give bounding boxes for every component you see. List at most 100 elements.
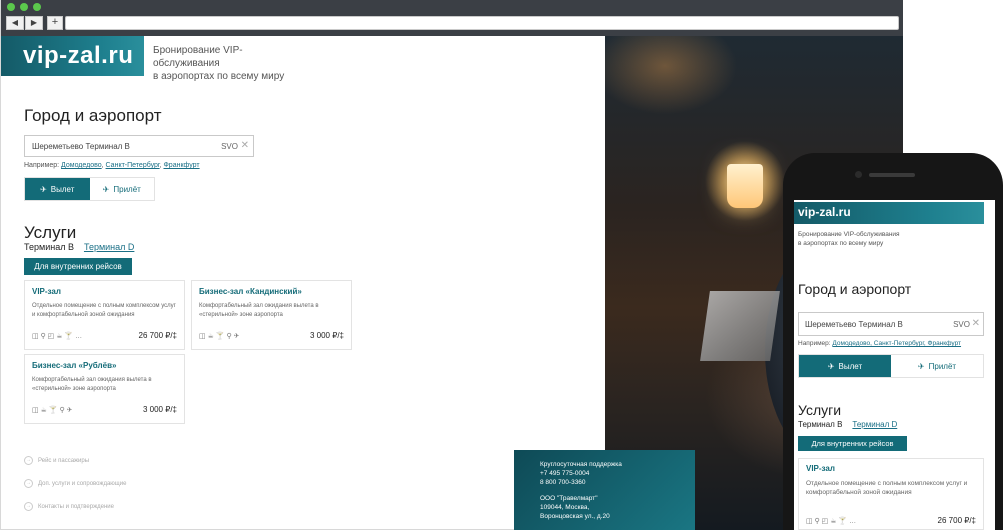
mobile-city-heading: Город и аэропорт — [798, 281, 912, 297]
back-button[interactable]: ◀ — [6, 16, 24, 30]
airport-code: SVO — [953, 320, 970, 329]
step-label: Доп. услуги и сопровождающие — [38, 480, 127, 487]
tab-departure-label: Вылет — [838, 361, 863, 371]
terminal-current: Терминал B — [24, 242, 74, 252]
card-price: 26 700 ₽/‡ — [937, 516, 976, 525]
card-title[interactable]: VIP-зал — [806, 464, 976, 473]
step-contacts[interactable]: → Контакты и подтверждение — [24, 502, 114, 511]
step-extra-services[interactable]: → Доп. услуги и сопровождающие — [24, 479, 126, 488]
tab-departure[interactable]: ✈ Вылет — [25, 178, 90, 200]
examples-links[interactable]: Домодедово, Санкт-Петербург, Франкфурт — [832, 340, 961, 347]
airport-search-input[interactable]: Шереметьево Терминал B SVO ✕ — [24, 135, 254, 157]
card-footer: ◫ ☕ 🍸 ⚲ ✈ 3 000 ₽/‡ — [199, 331, 344, 340]
mobile-services-heading: Услуги — [798, 402, 842, 418]
clear-icon[interactable]: ✕ — [972, 318, 980, 329]
example-link-domodedovo[interactable]: Домодедово — [61, 162, 102, 169]
card-footer: ◫ ⚲ ◰ ☕ 🍸 … 26 700 ₽/‡ — [32, 331, 177, 340]
card-description: Отдельное помещение с полным комплексом … — [32, 303, 176, 318]
laptop-shape — [700, 291, 780, 361]
site-logo[interactable]: vip-zal.ru — [1, 36, 144, 76]
tagline-line: Бронирование VIP-обслуживания — [798, 231, 900, 238]
card-price: 3 000 ₽/‡ — [309, 331, 344, 340]
search-value: Шереметьево Терминал B — [805, 320, 903, 329]
address-bar[interactable] — [65, 16, 899, 30]
site-tagline: Бронирование VIP-обслуживания в аэропорт… — [153, 44, 303, 83]
tab-arrival[interactable]: ✈ Прилёт — [891, 355, 983, 377]
window-dot[interactable] — [20, 3, 28, 11]
browser-window: ◀ ▶ + vip-zal.ru Бронирование VIP-обслуж… — [0, 0, 903, 530]
speaker-icon — [869, 173, 915, 177]
step-flight-passengers[interactable]: → Рейс и пассажиры — [24, 456, 89, 465]
card-description: Отдельное помещение с полным комплексом … — [806, 480, 968, 496]
phone-mockup: vip-zal.ru Бронирование VIP-обслуживания… — [783, 153, 1003, 530]
city-airport-heading: Город и аэропорт — [24, 106, 162, 125]
lamp-shape — [727, 164, 763, 208]
amenity-icons: ◫ ☕ 🍸 ⚲ ✈ — [199, 332, 240, 340]
mobile-service-card-vip[interactable]: VIP-зал Отдельное помещение с полным ком… — [798, 458, 984, 530]
search-examples: Например: Домодедово, Санкт-Петербург, Ф… — [24, 162, 200, 169]
mobile-logo[interactable]: vip-zal.ru — [794, 202, 984, 224]
terminal-d-link[interactable]: Терминал D — [84, 242, 134, 252]
card-description: Комфортабельный зал ожидания вылета в «с… — [199, 303, 319, 318]
mobile-terminal-switch: Терминал B Терминал D — [798, 420, 897, 429]
card-title[interactable]: Бизнес-зал «Кандинский» — [199, 287, 344, 296]
card-title[interactable]: Бизнес-зал «Рублёв» — [32, 361, 177, 370]
card-title[interactable]: VIP-зал — [32, 287, 177, 296]
terminal-d-link[interactable]: Терминал D — [852, 420, 897, 429]
terminal-current: Терминал B — [798, 420, 843, 429]
company-address: 109044, Москва, — [540, 504, 590, 511]
airport-code: SVO — [221, 142, 238, 151]
company-address: Воронцовская ул., д.20 — [540, 513, 610, 520]
arrow-right-icon: → — [24, 456, 33, 465]
amenity-icons: ◫ ⚲ ◰ ☕ 🍸 … — [806, 517, 857, 525]
arrival-icon: ✈ — [102, 184, 110, 194]
terminal-switch: Терминал B Терминал D — [24, 242, 134, 252]
arrow-right-icon: → — [24, 479, 33, 488]
company-name: ООО "Травелмарт" — [540, 495, 598, 502]
amenity-icons: ◫ ☕ 🍸 ⚲ ✈ — [32, 406, 73, 414]
departure-icon: ✈ — [40, 184, 47, 194]
clear-icon[interactable]: ✕ — [241, 140, 249, 151]
services-heading: Услуги — [24, 223, 77, 242]
card-price: 26 700 ₽/‡ — [138, 331, 177, 340]
mobile-examples: Например: Домодедово, Санкт-Петербург, Ф… — [798, 340, 961, 347]
mobile-search-input[interactable]: Шереметьево Терминал B SVO ✕ — [798, 312, 984, 336]
mobile-direction-tabs: ✈ Вылет ✈ Прилёт — [798, 354, 984, 378]
arrow-right-icon: → — [24, 502, 33, 511]
example-link-spb[interactable]: Санкт-Петербург — [106, 162, 160, 169]
window-controls — [7, 3, 41, 11]
departure-icon: ✈ — [827, 361, 835, 371]
tab-departure[interactable]: ✈ Вылет — [799, 355, 891, 377]
search-value: Шереметьево Терминал B — [32, 142, 130, 151]
camera-icon — [855, 171, 862, 178]
support-phone[interactable]: 8 800 700-3360 — [540, 478, 695, 487]
mobile-tagline: Бронирование VIP-обслуживания в аэропорт… — [798, 230, 900, 248]
examples-prefix: Например: — [798, 340, 831, 347]
example-link-frankfurt[interactable]: Франкфурт — [163, 162, 199, 169]
card-footer: ◫ ☕ 🍸 ⚲ ✈ 3 000 ₽/‡ — [32, 405, 177, 414]
tagline-line: Бронирование VIP-обслуживания — [153, 45, 243, 69]
tagline-line: в аэропортах по всему миру — [798, 240, 884, 247]
tagline-line: в аэропортах по всему миру — [153, 71, 285, 82]
tab-arrival[interactable]: ✈ Прилёт — [89, 178, 154, 200]
support-phone[interactable]: +7 495 775-0004 — [540, 469, 695, 478]
card-footer: ◫ ⚲ ◰ ☕ 🍸 … 26 700 ₽/‡ — [806, 516, 976, 525]
support-title: Круглосуточная поддержка — [540, 461, 622, 468]
step-label: Контакты и подтверждение — [38, 503, 114, 510]
arrival-icon: ✈ — [917, 361, 925, 371]
amenity-icons: ◫ ⚲ ◰ ☕ 🍸 … — [32, 332, 83, 340]
examples-prefix: Например: — [24, 162, 60, 169]
domestic-flights-button[interactable]: Для внутренних рейсов — [24, 258, 132, 275]
step-label: Рейс и пассажиры — [38, 457, 90, 464]
service-card-rublev[interactable]: Бизнес-зал «Рублёв» Комфортабельный зал … — [24, 354, 185, 424]
window-dot[interactable] — [7, 3, 15, 11]
forward-button[interactable]: ▶ — [25, 16, 43, 30]
tab-arrival-label: Прилёт — [928, 361, 957, 371]
mobile-domestic-button[interactable]: Для внутренних рейсов — [798, 436, 907, 451]
service-card-vip[interactable]: VIP-зал Отдельное помещение с полным ком… — [24, 280, 185, 350]
service-card-kandinsky[interactable]: Бизнес-зал «Кандинский» Комфортабельный … — [191, 280, 352, 350]
window-dot[interactable] — [33, 3, 41, 11]
new-tab-button[interactable]: + — [47, 16, 63, 30]
support-block: Круглосуточная поддержка +7 495 775-0004… — [514, 450, 695, 530]
direction-tabs: ✈ Вылет ✈ Прилёт — [24, 177, 155, 201]
